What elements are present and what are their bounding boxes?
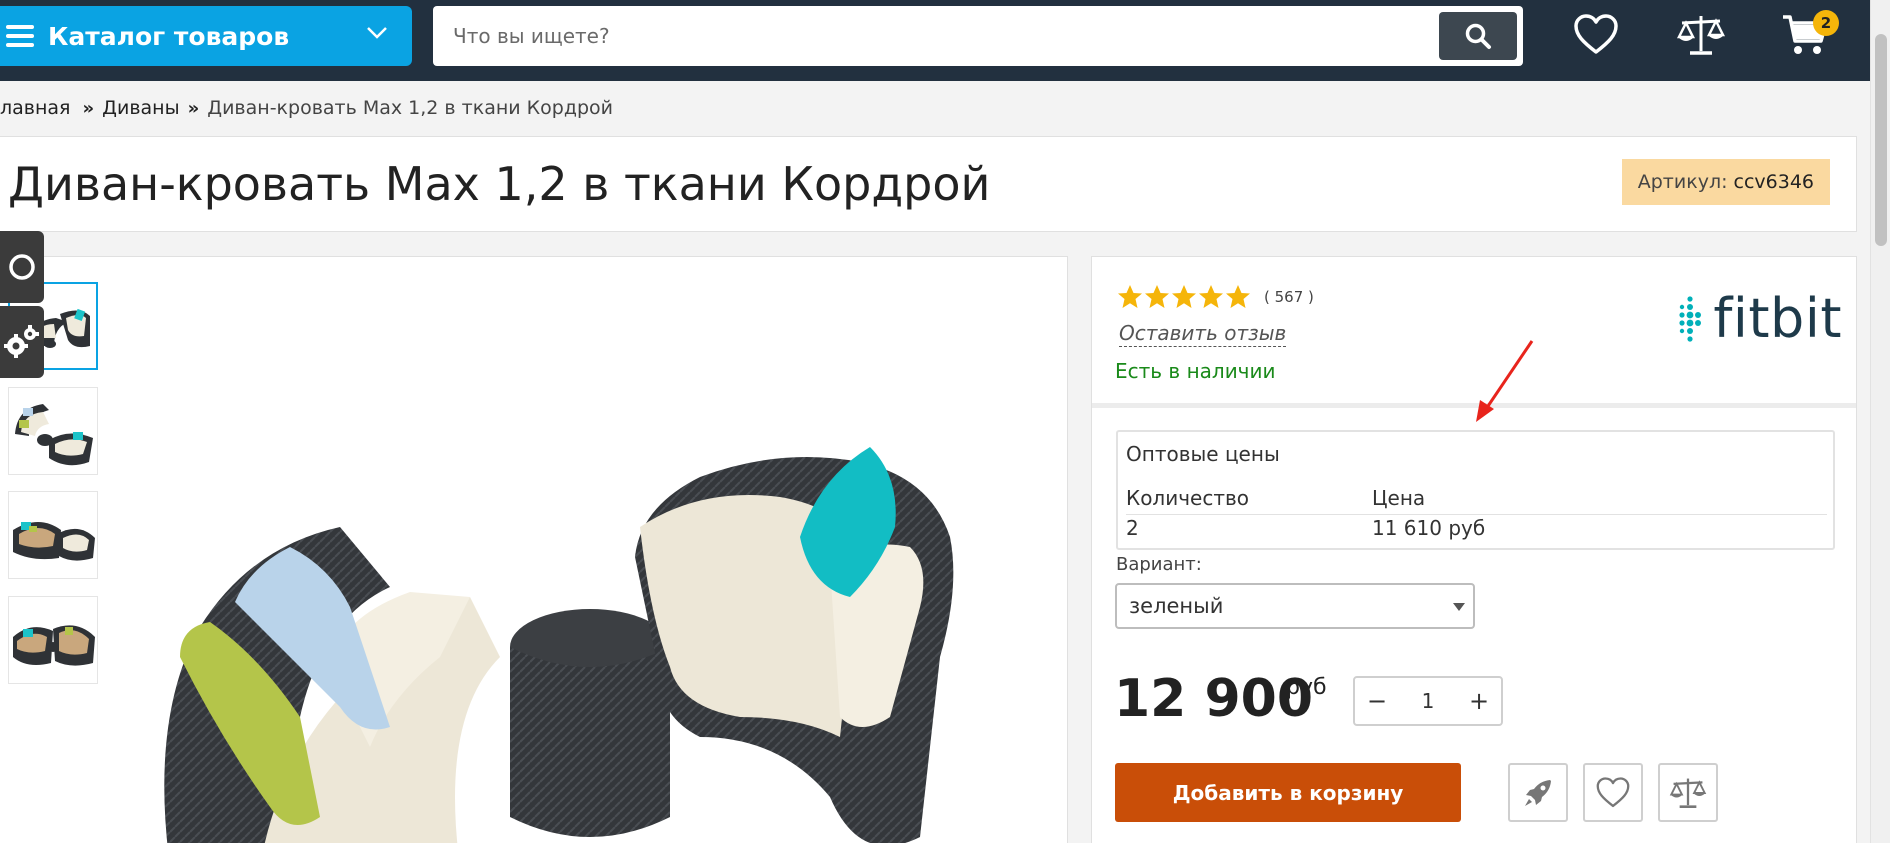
search-icon [1465,23,1491,49]
settings-button[interactable] [0,306,44,378]
chevron-down-icon [367,27,387,39]
rating[interactable]: ( 567 ) [1117,284,1314,310]
product-price: 12 900 [1114,669,1314,729]
sku-value: ccv6346 [1733,171,1815,193]
search-button[interactable] [1439,12,1517,60]
divider [1126,514,1827,515]
add-to-compare-button[interactable] [1658,763,1718,822]
gallery-thumbnail[interactable] [8,596,98,684]
wholesale-col-price: Цена [1372,486,1426,510]
wholesale-row-price: 11 610 руб [1372,516,1486,540]
add-to-cart-button[interactable]: Добавить в корзину [1115,763,1461,822]
annotation-arrow [1476,340,1534,422]
dropdown-caret-icon [1453,603,1465,611]
wholesale-prices-box: Оптовые цены Количество Цена 2 11 610 ру… [1116,430,1835,550]
top-bar: Каталог товаров 2 [0,0,1870,81]
add-to-wishlist-button[interactable] [1583,763,1643,822]
rocket-icon [1525,779,1551,806]
gallery-thumbnail[interactable] [8,491,98,579]
wishlist-button[interactable] [1568,10,1624,60]
wholesale-title: Оптовые цены [1126,442,1280,466]
reviews-count: ( 567 ) [1264,288,1314,306]
variant-select[interactable]: зеленый [1115,583,1475,629]
menu-icon [6,25,34,47]
cart-count-badge: 2 [1813,10,1839,36]
scales-icon [1669,778,1707,808]
floating-tool-button[interactable] [0,231,44,303]
price-currency: руб [1286,675,1327,700]
variant-label: Вариант: [1116,554,1202,575]
star-icon [1118,285,1142,308]
star-icon [1226,285,1250,308]
quick-order-button[interactable] [1508,763,1568,822]
compare-button[interactable] [1673,10,1729,60]
circle-icon [9,254,35,280]
breadcrumb-separator: » [82,97,95,119]
search-input[interactable] [453,6,1433,66]
product-gallery [0,256,1068,843]
breadcrumb-current: Диван-кровать Max 1,2 в ткани Кордрой [207,97,614,119]
scales-icon [1676,16,1726,55]
gallery-thumbnail[interactable] [8,387,98,475]
breadcrumb-home[interactable]: лавная [0,97,70,119]
star-icon [1172,285,1196,308]
leave-review-link[interactable]: Оставить отзыв [1119,321,1287,347]
page-title: Диван-кровать Max 1,2 в ткани Кордрой [8,157,991,211]
fitbit-dots-icon [1679,295,1702,342]
heart-icon [1574,14,1618,54]
quantity-increase-button[interactable]: + [1457,678,1501,724]
heart-icon [1596,776,1630,807]
breadcrumb: лавная » Диваны » Диван-кровать Max 1,2 … [0,96,613,120]
breadcrumb-separator: » [187,97,200,119]
quantity-value[interactable]: 1 [1399,689,1457,713]
wholesale-row-qty: 2 [1126,516,1139,540]
product-thumbnail-image [13,522,95,561]
brand-logo[interactable]: fitbit [1675,287,1842,350]
search-box [433,6,1523,66]
sku-badge: Артикул: ccv6346 [1621,159,1830,205]
catalog-button[interactable]: Каталог товаров [0,6,412,66]
cart-button[interactable]: 2 [1777,10,1839,60]
product-thumbnail-image [13,625,95,666]
sku-label: Артикул: [1637,171,1728,193]
product-main-image [164,447,954,843]
catalog-label: Каталог товаров [48,21,290,51]
variant-value: зеленый [1129,594,1224,618]
quantity-stepper: − 1 + [1353,676,1503,726]
star-icon [1145,285,1169,308]
product-thumbnail-image [15,404,93,466]
star-icon [1199,285,1223,308]
wholesale-col-qty: Количество [1126,486,1250,510]
breadcrumb-sofas[interactable]: Диваны [102,97,179,119]
title-panel: Диван-кровать Max 1,2 в ткани Кордрой Ар… [0,136,1857,232]
scrollbar-thumb[interactable] [1875,34,1887,246]
gear-icon [4,325,39,358]
availability-status: Есть в наличии [1115,359,1276,383]
brand-name: fitbit [1713,287,1842,350]
scrollbar[interactable] [1870,0,1890,843]
quantity-decrease-button[interactable]: − [1355,678,1399,724]
